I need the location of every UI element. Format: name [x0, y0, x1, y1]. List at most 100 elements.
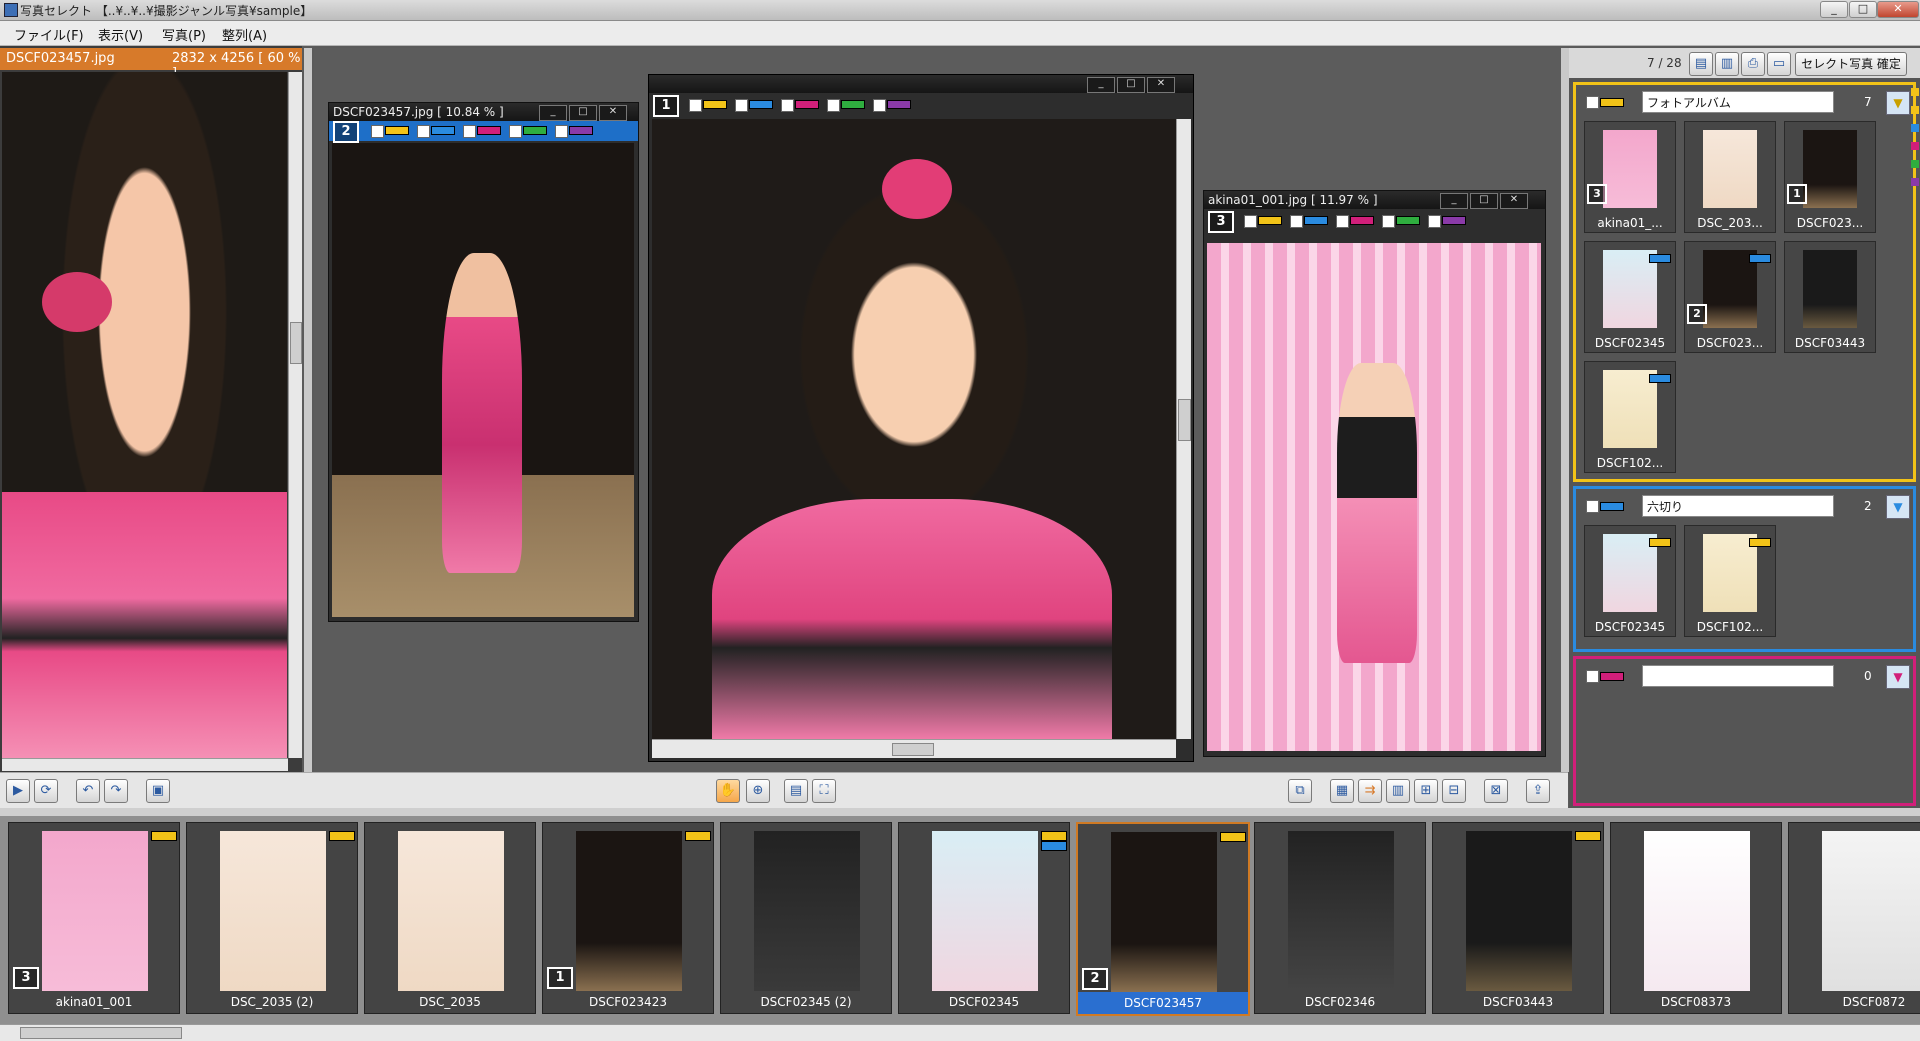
- group-checkbox[interactable]: [1586, 96, 1599, 109]
- compare-window-1[interactable]: _ □ ✕ 1: [648, 74, 1194, 762]
- yellow-tag-flag[interactable]: [385, 126, 409, 135]
- select-checkbox[interactable]: [689, 99, 702, 112]
- filmstrip-item[interactable]: 2 DSCF023457: [1076, 822, 1250, 1016]
- blue-tag-flag[interactable]: [1304, 216, 1328, 225]
- filmstrip-item[interactable]: 1 DSCF023423: [542, 822, 714, 1014]
- group-checkbox[interactable]: [1586, 500, 1599, 513]
- zoom-icon[interactable]: ⊕: [746, 779, 770, 803]
- compare-window-2[interactable]: DSCF023457.jpg [ 10.84 % ] _ □ ✕ 2: [328, 102, 639, 622]
- stack-icon[interactable]: ▤: [1689, 52, 1713, 76]
- rotate-cycle-icon[interactable]: ⟳: [34, 779, 58, 803]
- tag-checkbox[interactable]: [417, 125, 430, 138]
- tag-checkbox[interactable]: [1428, 215, 1441, 228]
- hand-tool-icon[interactable]: ✋: [716, 779, 740, 803]
- filmstrip-item[interactable]: DSC_2035 (2): [186, 822, 358, 1014]
- left-viewer-hscrollbar[interactable]: [2, 758, 288, 771]
- filmstrip-item[interactable]: DSCF0872: [1788, 822, 1920, 1014]
- menu-arrange[interactable]: 整列(A): [222, 25, 267, 44]
- scrollbar-thumb[interactable]: [1178, 399, 1191, 441]
- yellow-tag-marker[interactable]: [1911, 88, 1919, 96]
- compare-window-photo[interactable]: [1207, 243, 1541, 751]
- tag-checkbox[interactable]: [509, 125, 522, 138]
- filmstrip-splitter[interactable]: [0, 808, 1920, 816]
- maximize-button[interactable]: □: [569, 105, 597, 121]
- close-button[interactable]: ✕: [1500, 193, 1528, 209]
- select-checkbox[interactable]: [1244, 215, 1257, 228]
- right-splitter[interactable]: [1561, 48, 1569, 772]
- tag-checkbox[interactable]: [555, 125, 568, 138]
- filmstrip-item[interactable]: DSCF03443: [1432, 822, 1604, 1014]
- yellow-pin-icon[interactable]: [1911, 106, 1919, 114]
- close-button[interactable]: ✕: [1877, 1, 1919, 18]
- purple-tag-flag[interactable]: [887, 100, 911, 109]
- minimize-button[interactable]: _: [1087, 77, 1115, 93]
- magenta-tag-flag[interactable]: [795, 100, 819, 109]
- tag-checkbox[interactable]: [1290, 215, 1303, 228]
- compare-window-photo[interactable]: [332, 143, 634, 617]
- rotate-right-icon[interactable]: ↷: [104, 779, 128, 803]
- save-icon[interactable]: ▭: [1767, 52, 1791, 76]
- purple-pin-icon[interactable]: [1911, 178, 1919, 186]
- green-tag-flag[interactable]: [841, 100, 865, 109]
- magenta-tag-flag[interactable]: [477, 126, 501, 135]
- menu-view[interactable]: 表示(V): [98, 25, 143, 44]
- purple-tag-flag[interactable]: [1442, 216, 1466, 225]
- close-button[interactable]: ✕: [599, 105, 627, 121]
- group-name-input[interactable]: [1642, 665, 1834, 687]
- green-tag-flag[interactable]: [523, 126, 547, 135]
- minimize-button[interactable]: _: [1440, 193, 1468, 209]
- blue-pin-icon[interactable]: [1911, 124, 1919, 132]
- chevron-down-icon[interactable]: ▼: [1886, 495, 1910, 519]
- layout-horizontal-icon[interactable]: ⇉: [1358, 779, 1382, 803]
- left-viewer-photo[interactable]: [2, 72, 287, 758]
- magenta-pin-icon[interactable]: [1911, 142, 1919, 150]
- filmstrip-item[interactable]: DSCF02345 (2): [720, 822, 892, 1014]
- filmstrip-item[interactable]: DSC_2035: [364, 822, 536, 1014]
- maximize-button[interactable]: □: [1117, 77, 1145, 93]
- left-splitter[interactable]: [304, 48, 312, 772]
- group-thumbnail[interactable]: DSC_203...: [1684, 121, 1776, 233]
- tag-checkbox[interactable]: [873, 99, 886, 112]
- compare-window-hscrollbar[interactable]: [652, 739, 1176, 758]
- magenta-tag-flag[interactable]: [1350, 216, 1374, 225]
- green-tag-flag[interactable]: [1396, 216, 1420, 225]
- group-thumbnail[interactable]: DSCF02345: [1584, 525, 1676, 637]
- green-pin-icon[interactable]: [1911, 160, 1919, 168]
- menu-photo[interactable]: 写真(P): [162, 25, 206, 44]
- tag-checkbox[interactable]: [1336, 215, 1349, 228]
- group-thumbnail[interactable]: DSCF03443: [1784, 241, 1876, 353]
- scrollbar-thumb[interactable]: [290, 322, 302, 364]
- group-thumbnail[interactable]: DSCF102...: [1584, 361, 1676, 473]
- tag-checkbox[interactable]: [735, 99, 748, 112]
- filmstrip-item[interactable]: DSCF02345: [898, 822, 1070, 1014]
- group-name-input[interactable]: 六切り: [1642, 495, 1834, 517]
- group-thumbnail[interactable]: 2 DSCF023...: [1684, 241, 1776, 353]
- scrollbar-thumb[interactable]: [20, 1027, 182, 1039]
- tag-checkbox[interactable]: [1382, 215, 1395, 228]
- group-name-input[interactable]: フォトアルバム: [1642, 91, 1834, 113]
- group-checkbox[interactable]: [1586, 670, 1599, 683]
- compare-window-photo[interactable]: [652, 119, 1176, 739]
- group-thumbnail[interactable]: 1 DSCF023...: [1784, 121, 1876, 233]
- yellow-tag-flag[interactable]: [703, 100, 727, 109]
- actual-size-icon[interactable]: ▤: [784, 779, 808, 803]
- export-icon[interactable]: ⇪: [1526, 779, 1550, 803]
- filmstrip-item[interactable]: 3 akina01_001: [8, 822, 180, 1014]
- filmstrip-hscrollbar[interactable]: [0, 1024, 1920, 1041]
- purple-tag-flag[interactable]: [569, 126, 593, 135]
- tag-checkbox[interactable]: [781, 99, 794, 112]
- group-thumbnail[interactable]: DSCF02345: [1584, 241, 1676, 353]
- chevron-down-icon[interactable]: ▼: [1886, 91, 1910, 115]
- minimize-button[interactable]: _: [1820, 1, 1848, 18]
- filmstrip-item[interactable]: DSCF02346: [1254, 822, 1426, 1014]
- rotate-left-icon[interactable]: ↶: [76, 779, 100, 803]
- scrollbar-thumb[interactable]: [892, 743, 934, 756]
- filmstrip-item[interactable]: DSCF08373: [1610, 822, 1782, 1014]
- close-button[interactable]: ✕: [1147, 77, 1175, 93]
- copy-window-icon[interactable]: ⧉: [1288, 779, 1312, 803]
- compare-window-3[interactable]: akina01_001.jpg [ 11.97 % ] _ □ ✕ 3: [1203, 190, 1546, 757]
- print-icon[interactable]: ⎙: [1741, 52, 1765, 76]
- blue-tag-flag[interactable]: [749, 100, 773, 109]
- tag-checkbox[interactable]: [463, 125, 476, 138]
- play-icon[interactable]: ▶: [6, 779, 30, 803]
